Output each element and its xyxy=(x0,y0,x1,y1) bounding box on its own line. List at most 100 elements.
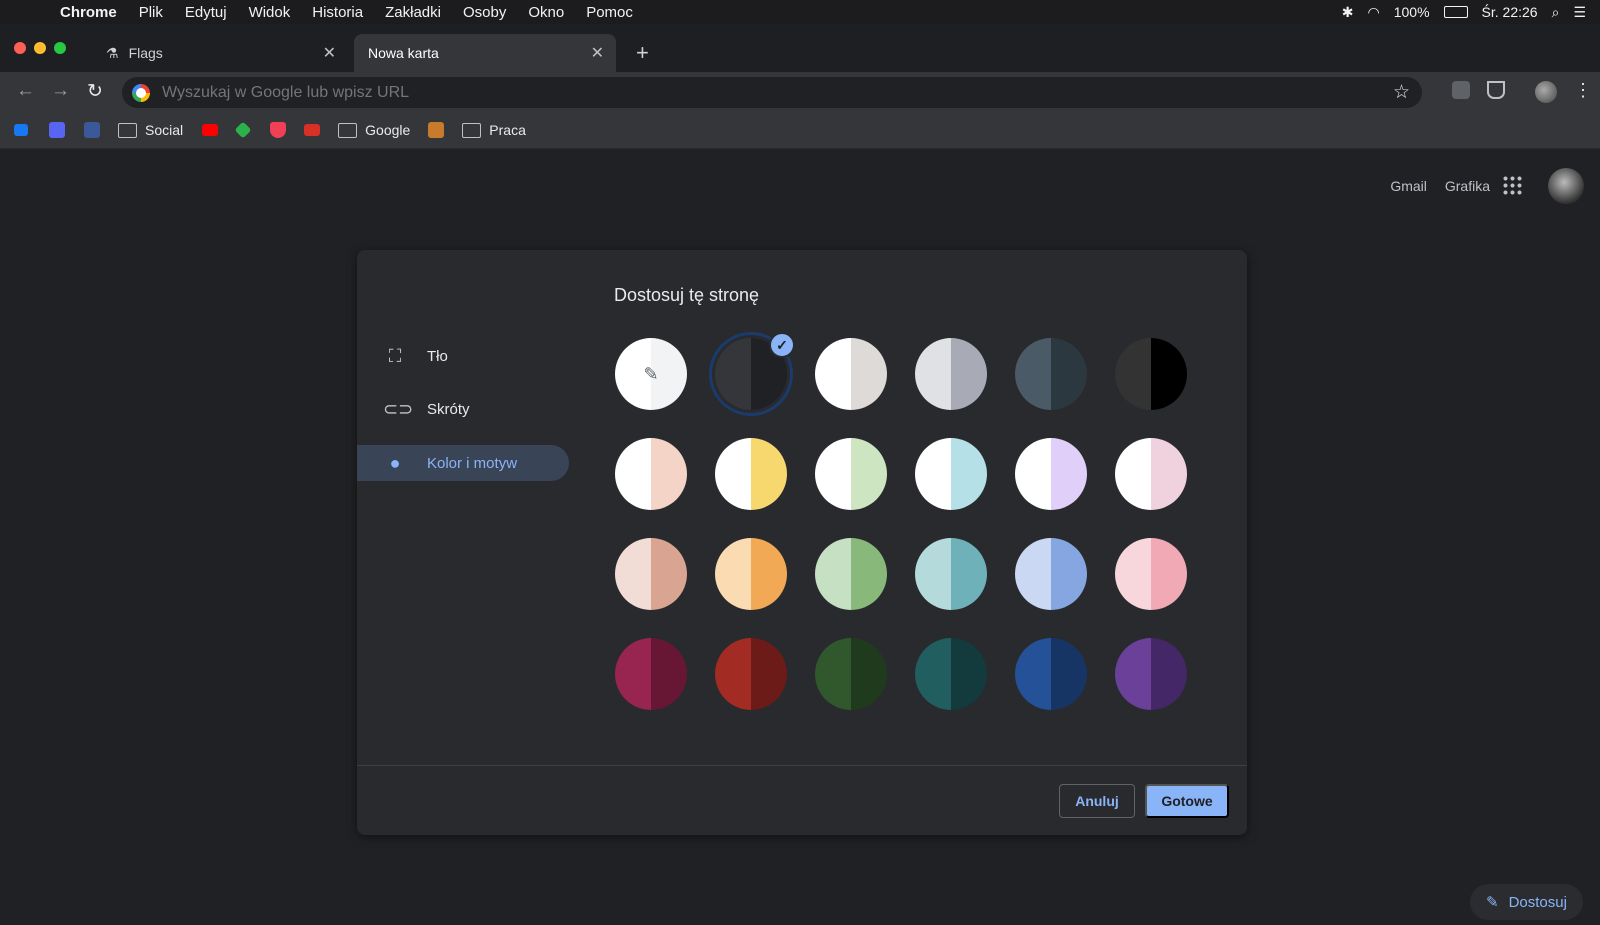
swatch-left-half xyxy=(815,338,851,410)
gmail-link[interactable]: Gmail xyxy=(1390,178,1427,194)
menu-app-name[interactable]: Chrome xyxy=(60,4,128,21)
bookmark-item[interactable] xyxy=(49,122,65,138)
bookmark-label: Social xyxy=(145,122,184,138)
color-swatch[interactable] xyxy=(1015,638,1087,710)
swatch-left-half xyxy=(1115,538,1151,610)
reload-icon[interactable]: ↻ xyxy=(87,80,103,103)
color-swatch[interactable] xyxy=(615,538,687,610)
ublock-extension-icon[interactable] xyxy=(1452,81,1470,99)
swatch-right-half xyxy=(951,438,987,510)
menu-file[interactable]: Plik xyxy=(128,4,174,21)
close-window-button[interactable] xyxy=(14,42,26,54)
bookmark-folder-google[interactable]: Google xyxy=(338,122,410,138)
images-link[interactable]: Grafika xyxy=(1445,178,1490,194)
swatch-right-half xyxy=(651,438,687,510)
back-arrow-icon[interactable]: ← xyxy=(16,80,35,102)
color-swatch[interactable] xyxy=(1115,538,1187,610)
tab-title: Nowa karta xyxy=(368,45,439,61)
color-swatch[interactable] xyxy=(1015,538,1087,610)
google-account-avatar[interactable] xyxy=(1548,168,1584,204)
cancel-button[interactable]: Anuluj xyxy=(1059,784,1135,818)
bookmark-item[interactable] xyxy=(234,121,252,139)
sidebar-item-shortcuts[interactable]: ⊂⊃ Skróty xyxy=(357,391,569,427)
custom-color-picker-swatch[interactable]: ✎ xyxy=(615,338,687,410)
tab-title: Flags xyxy=(128,45,163,61)
menu-view[interactable]: Widok xyxy=(238,4,302,21)
swatch-left-half xyxy=(1115,438,1151,510)
minimize-window-button[interactable] xyxy=(34,42,46,54)
zoom-window-button[interactable] xyxy=(54,42,66,54)
color-swatch[interactable] xyxy=(1015,338,1087,410)
close-tab-icon[interactable]: ✕ xyxy=(591,43,604,63)
notification-center-icon[interactable]: ☰ xyxy=(1573,4,1586,21)
color-swatch[interactable] xyxy=(715,638,787,710)
color-swatch[interactable] xyxy=(715,538,787,610)
bookmark-star-icon[interactable]: ☆ xyxy=(1393,81,1410,104)
clock[interactable]: Śr. 22:26 xyxy=(1482,4,1538,20)
tab-new-tab[interactable]: Nowa karta ✕ xyxy=(354,34,616,72)
color-swatch[interactable] xyxy=(815,338,887,410)
swatch-left-half xyxy=(915,338,951,410)
bookmark-item[interactable] xyxy=(428,122,445,138)
pencil-icon: ✎ xyxy=(1486,894,1499,911)
battery-icon[interactable] xyxy=(1443,6,1468,18)
youtube-icon xyxy=(202,124,219,136)
menu-bookmarks[interactable]: Zakładki xyxy=(374,4,452,21)
swatch-left-half xyxy=(915,638,951,710)
chrome-menu-icon[interactable]: ⋮ xyxy=(1574,80,1592,101)
wifi-icon[interactable]: ◠ xyxy=(1368,4,1380,21)
pocket-extension-icon[interactable] xyxy=(1487,81,1505,99)
omnibox-input[interactable] xyxy=(160,82,1264,103)
swatch-right-half xyxy=(751,638,787,710)
new-tab-icon[interactable]: + xyxy=(636,40,649,66)
swatch-left-half xyxy=(815,638,851,710)
tab-flags[interactable]: ⚗ Flags ✕ xyxy=(96,34,348,72)
swatch-right-half xyxy=(1051,438,1087,510)
color-swatch[interactable] xyxy=(615,638,687,710)
customize-button[interactable]: ✎ Dostosuj xyxy=(1470,884,1583,920)
color-swatch[interactable] xyxy=(915,338,987,410)
swatch-left-half xyxy=(815,538,851,610)
done-button[interactable]: Gotowe xyxy=(1145,784,1229,818)
bookmark-item[interactable] xyxy=(14,124,28,136)
profile-avatar-icon[interactable] xyxy=(1535,81,1557,103)
spotlight-search-icon[interactable]: ⌕ xyxy=(1552,4,1560,21)
menu-window[interactable]: Okno xyxy=(517,4,575,21)
bookmark-item[interactable] xyxy=(202,124,219,136)
menubar-status-area: ✱ ◠ 100% Śr. 22:26 ⌕ ☰ xyxy=(1342,0,1586,24)
menu-help[interactable]: Pomoc xyxy=(575,4,644,21)
forward-arrow-icon[interactable]: → xyxy=(51,80,70,102)
color-swatch[interactable] xyxy=(815,438,887,510)
swatch-left-half xyxy=(615,638,651,710)
bookmark-item[interactable] xyxy=(270,122,287,138)
color-swatch[interactable] xyxy=(1115,638,1187,710)
google-apps-icon[interactable] xyxy=(1502,175,1522,195)
sidebar-item-color-and-theme[interactable]: ● Kolor i motyw xyxy=(357,445,569,481)
menu-history[interactable]: Historia xyxy=(301,4,374,21)
ntp-top-links: Gmail Grafika xyxy=(1390,178,1490,194)
color-swatch[interactable] xyxy=(715,438,787,510)
color-swatch[interactable] xyxy=(1115,338,1187,410)
sidebar-item-background[interactable]: ⛶ Tło xyxy=(357,338,569,374)
color-swatch[interactable] xyxy=(615,438,687,510)
swatch-left-half xyxy=(1115,638,1151,710)
bookmark-folder-social[interactable]: Social xyxy=(118,122,183,138)
color-swatch[interactable] xyxy=(1015,438,1087,510)
swatch-left-half xyxy=(715,338,751,410)
swatch-left-half xyxy=(915,438,951,510)
swatch-right-half xyxy=(1151,438,1187,510)
close-tab-icon[interactable]: ✕ xyxy=(323,43,336,63)
color-swatch[interactable] xyxy=(815,638,887,710)
color-swatch[interactable] xyxy=(1115,438,1187,510)
omnibox[interactable]: ☆ xyxy=(122,77,1422,108)
menu-people[interactable]: Osoby xyxy=(452,4,517,21)
color-swatch[interactable] xyxy=(815,538,887,610)
color-swatch[interactable] xyxy=(915,538,987,610)
bookmark-item[interactable] xyxy=(84,122,100,138)
color-swatch[interactable] xyxy=(915,438,987,510)
color-swatch[interactable] xyxy=(915,638,987,710)
bookmark-item[interactable] xyxy=(304,124,321,136)
bookmark-folder-praca[interactable]: Praca xyxy=(462,122,526,138)
bluetooth-icon[interactable]: ✱ xyxy=(1342,4,1354,21)
menu-edit[interactable]: Edytuj xyxy=(174,4,238,21)
